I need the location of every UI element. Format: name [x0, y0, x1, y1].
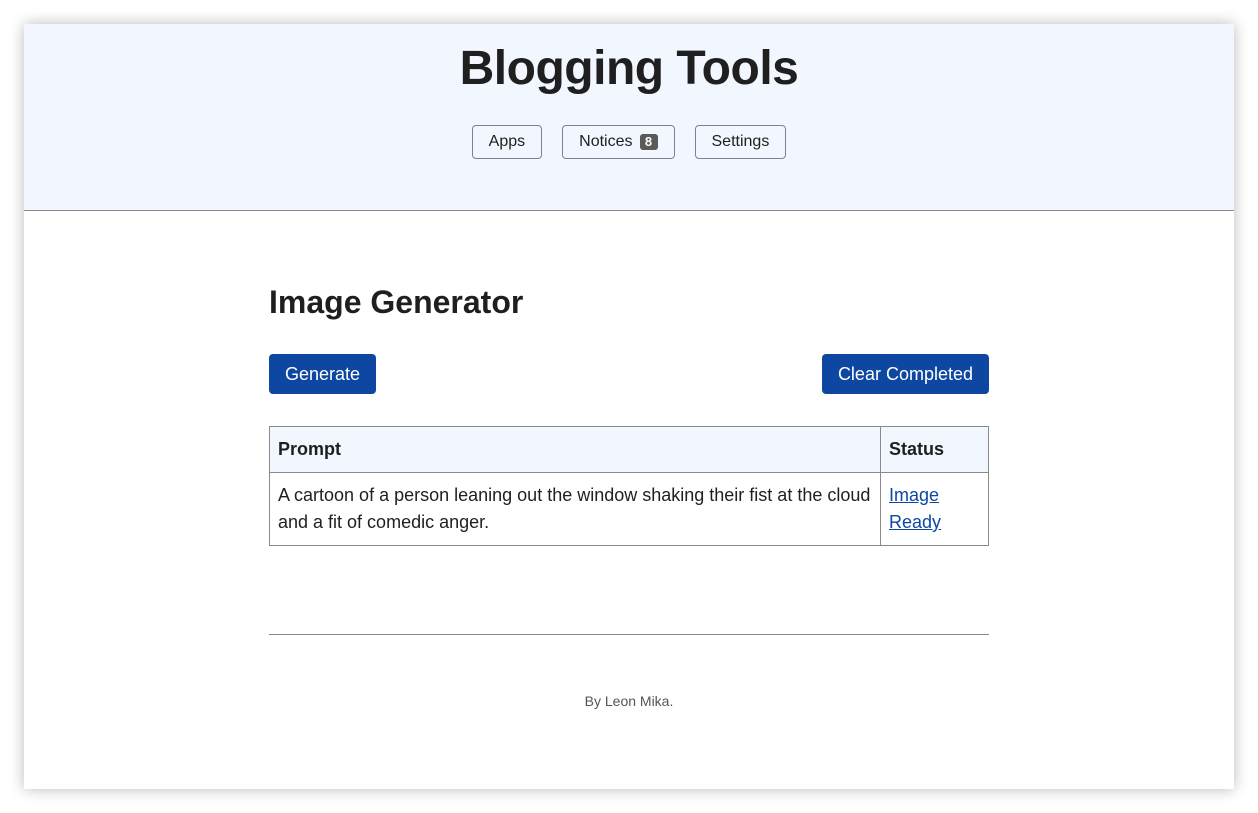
- clear-completed-button[interactable]: Clear Completed: [821, 354, 989, 394]
- notices-count-badge: 8: [639, 134, 658, 150]
- image-ready-link[interactable]: Image Ready: [889, 485, 941, 532]
- nav-notices-button[interactable]: Notices 8: [562, 125, 675, 159]
- footer-credit: By Leon Mika.: [584, 693, 674, 709]
- footer-divider: [269, 634, 989, 635]
- column-header-prompt: Prompt: [269, 426, 881, 473]
- nav-apps-button[interactable]: Apps: [471, 125, 543, 159]
- jobs-table: Prompt Status A cartoon of a person lean…: [269, 426, 989, 546]
- table-header-row: Prompt Status: [269, 426, 989, 473]
- browser-window: Blogging Tools Apps Notices 8 Settings I…: [24, 24, 1234, 789]
- action-bar: Generate Clear Completed: [269, 354, 989, 394]
- generate-button[interactable]: Generate: [269, 354, 377, 394]
- nav-notices-label: Notices: [579, 133, 633, 150]
- status-cell: Image Ready: [880, 472, 989, 546]
- main-content: Image Generator Generate Clear Completed…: [269, 211, 989, 709]
- prompt-cell: A cartoon of a person leaning out the wi…: [269, 472, 881, 546]
- nav-apps-label: Apps: [488, 133, 526, 150]
- nav-settings-label: Settings: [711, 133, 770, 150]
- site-header: Blogging Tools Apps Notices 8 Settings: [24, 24, 1234, 211]
- page-title: Image Generator: [269, 284, 524, 320]
- nav-settings-button[interactable]: Settings: [694, 125, 787, 159]
- site-title: Blogging Tools: [459, 42, 799, 95]
- column-header-status: Status: [880, 426, 989, 473]
- main-nav: Apps Notices 8 Settings: [24, 125, 1234, 159]
- table-row: A cartoon of a person leaning out the wi…: [269, 472, 989, 546]
